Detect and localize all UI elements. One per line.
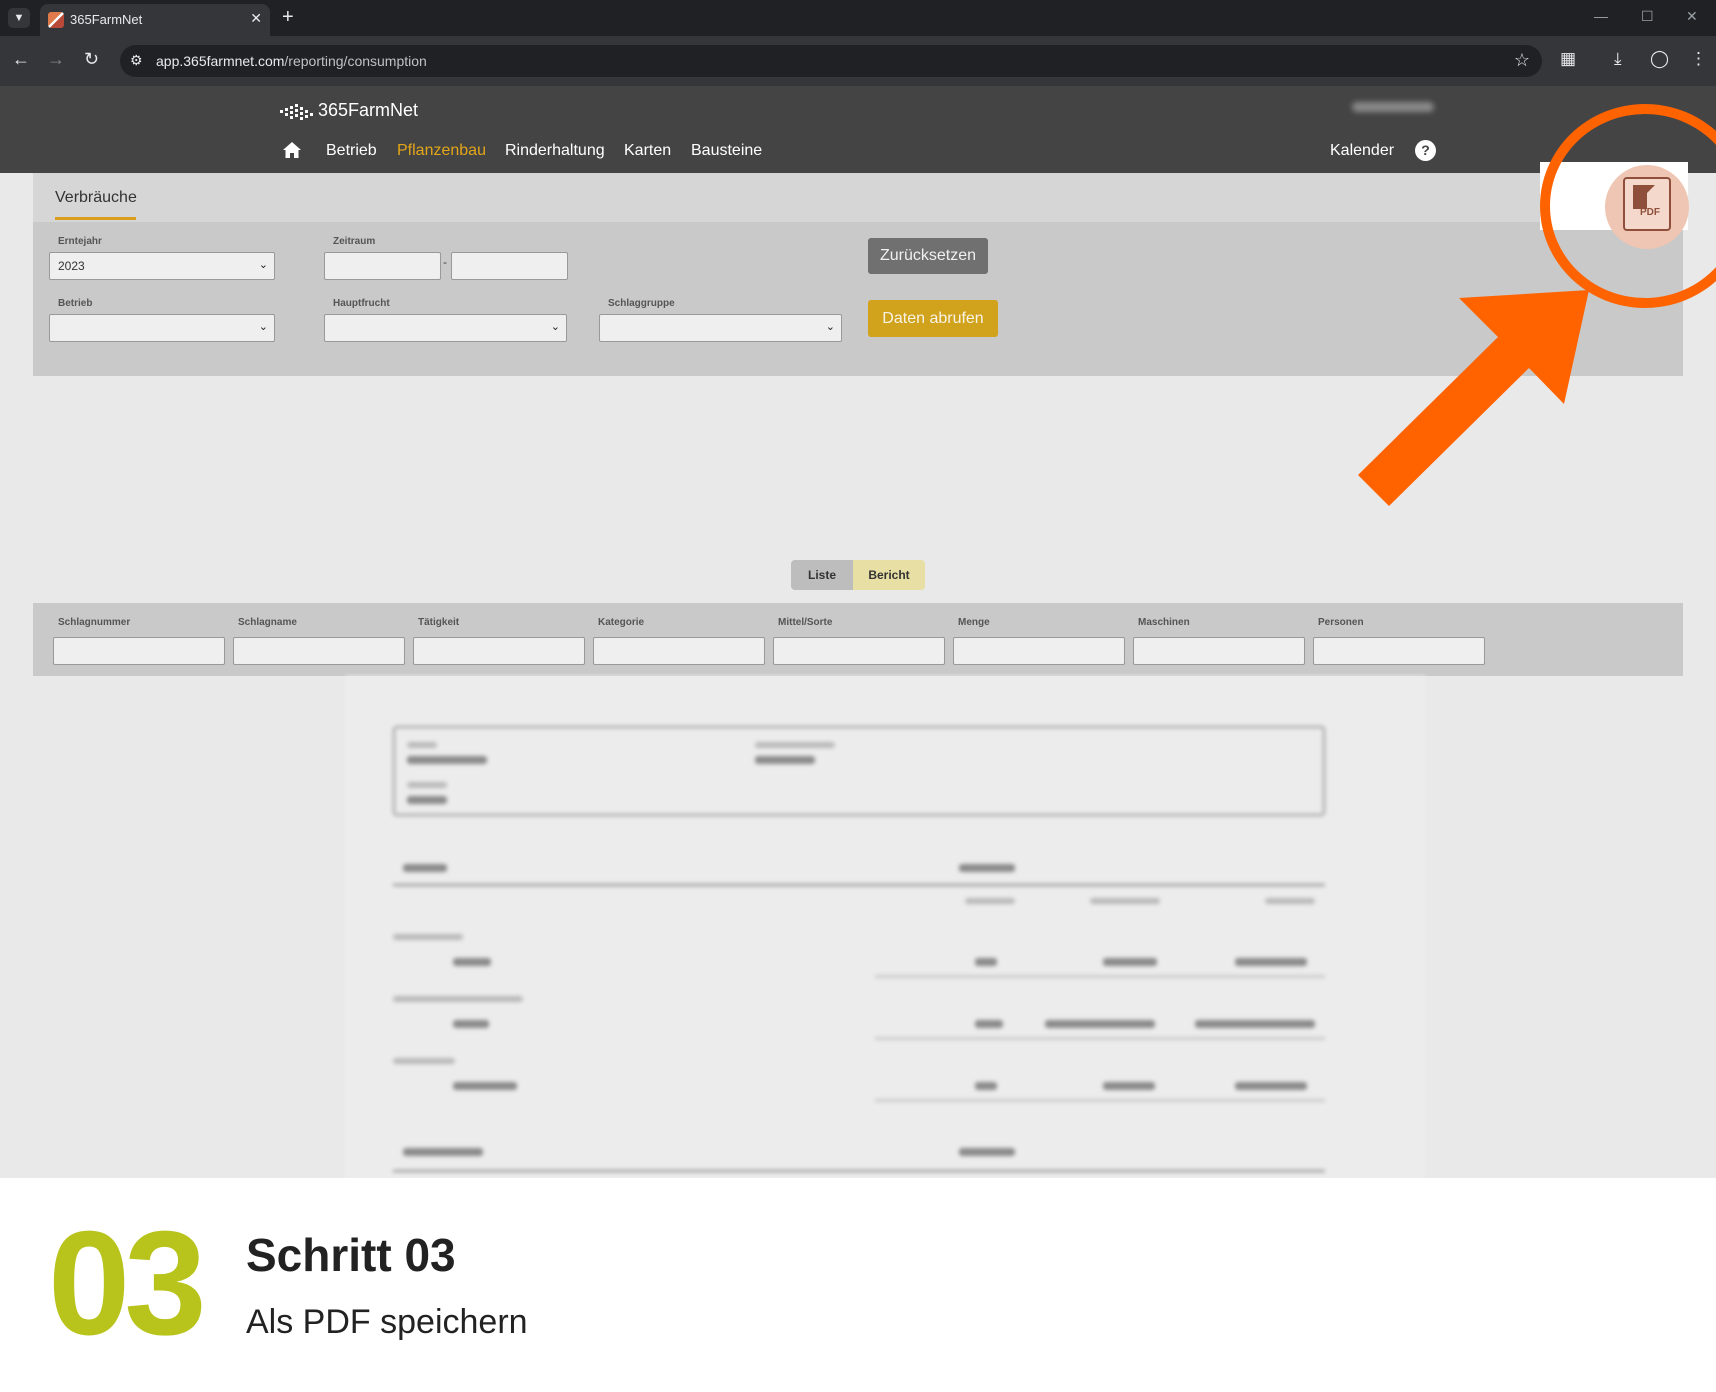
forward-icon[interactable]: → [47, 49, 65, 70]
nav-rinderhaltung[interactable]: Rinderhaltung [505, 142, 605, 160]
back-icon[interactable]: ← [12, 49, 30, 70]
step-subtitle: Als PDF speichern [246, 1303, 528, 1341]
pointer-arrow-icon [1358, 290, 1589, 506]
zeitraum-from-input[interactable] [324, 252, 441, 280]
col-label-taetigkeit: Tätigkeit [418, 617, 460, 628]
column-filter-bar: Schlagnummer Schlagname Tätigkeit Katego… [33, 603, 1683, 676]
close-tab-icon[interactable]: ✕ [250, 10, 262, 27]
report-header-box [393, 726, 1325, 816]
load-data-button[interactable]: Daten abrufen [868, 300, 998, 337]
hauptfrucht-select[interactable]: ⌄ [324, 314, 567, 342]
minimize-icon[interactable]: — [1594, 8, 1608, 24]
betrieb-label: Betrieb [58, 298, 93, 309]
chevron-down-icon: ⌄ [550, 321, 560, 333]
brand-name: 365FarmNet [318, 100, 419, 120]
zeitraum-separator: - [443, 255, 447, 269]
erntejahr-label: Erntejahr [58, 236, 102, 247]
col-filter-kategorie[interactable] [593, 637, 765, 665]
brand-logo[interactable]: 365FarmNet [278, 100, 418, 122]
nav-pflanzenbau[interactable]: Pflanzenbau [397, 142, 486, 160]
zeitraum-label: Zeitraum [333, 236, 376, 247]
tab-search-chevron-icon[interactable]: ▼ [8, 8, 30, 28]
new-tab-icon[interactable]: + [282, 6, 294, 29]
chevron-down-icon: ⌄ [258, 321, 268, 333]
col-filter-schlagnummer[interactable] [53, 637, 225, 665]
col-label-kategorie: Kategorie [598, 617, 645, 628]
favicon-icon [48, 12, 64, 28]
bookmark-star-icon[interactable]: ☆ [1514, 50, 1530, 71]
step-footer: 03 Schritt 03 Als PDF speichern [0, 1178, 1716, 1392]
extensions-icon[interactable]: ▦ [1560, 49, 1576, 69]
view-list-button[interactable]: Liste [791, 560, 853, 590]
reload-icon[interactable]: ↻ [84, 49, 99, 70]
browser-toolbar: ← → ↻ ⚙ app.365farmnet.com/reporting/con… [0, 36, 1716, 86]
col-filter-personen[interactable] [1313, 637, 1485, 665]
col-filter-maschinen[interactable] [1133, 637, 1305, 665]
view-report-button[interactable]: Bericht [853, 560, 925, 590]
user-menu[interactable] [1352, 102, 1434, 112]
col-label-mittel-sorte: Mittel/Sorte [778, 617, 833, 628]
step-number: 03 [48, 1201, 207, 1366]
view-toggle: Liste Bericht [791, 560, 925, 590]
col-filter-taetigkeit[interactable] [413, 637, 585, 665]
col-label-schlagname: Schlagname [238, 617, 297, 628]
col-label-menge: Menge [958, 617, 990, 628]
reset-button[interactable]: Zurücksetzen [868, 238, 988, 274]
app-header: 365FarmNet Betrieb Pflanzenbau Rinderhal… [0, 86, 1716, 173]
farmnet-logo-icon [280, 104, 313, 121]
zeitraum-to-input[interactable] [451, 252, 568, 280]
col-label-maschinen: Maschinen [1138, 617, 1190, 628]
col-label-personen: Personen [1318, 617, 1364, 628]
address-bar[interactable]: ⚙ app.365farmnet.com/reporting/consumpti… [120, 45, 1542, 77]
nav-bausteine[interactable]: Bausteine [691, 142, 762, 160]
browser-tab-bar: ▼ 365FarmNet ✕ + — ☐ ✕ [0, 0, 1716, 36]
col-filter-schlagname[interactable] [233, 637, 405, 665]
maximize-icon[interactable]: ☐ [1641, 8, 1654, 25]
window-close-icon[interactable]: ✕ [1686, 8, 1698, 25]
sub-nav: Verbräuche [33, 173, 1683, 222]
downloads-icon[interactable]: ⤓ [1614, 49, 1622, 69]
col-filter-menge[interactable] [953, 637, 1125, 665]
site-info-icon[interactable]: ⚙ [130, 52, 143, 69]
erntejahr-value: 2023 [58, 259, 85, 273]
chevron-down-icon: ⌄ [825, 321, 835, 333]
home-icon[interactable] [282, 140, 302, 160]
col-label-schlagnummer: Schlagnummer [58, 617, 131, 628]
erntejahr-select[interactable]: 2023 ⌄ [49, 252, 275, 280]
profile-icon[interactable]: ◯ [1650, 49, 1669, 69]
url-text: app.365farmnet.com/reporting/consumption [156, 53, 427, 69]
chevron-down-icon: ⌄ [258, 259, 268, 271]
tab-verbraeuche[interactable]: Verbräuche [55, 189, 137, 207]
hauptfrucht-label: Hauptfrucht [333, 298, 390, 309]
browser-tab[interactable]: 365FarmNet ✕ [40, 4, 270, 36]
help-icon[interactable]: ? [1415, 140, 1436, 161]
nav-karten[interactable]: Karten [624, 142, 671, 160]
betrieb-select[interactable]: ⌄ [49, 314, 275, 342]
schlaggruppe-select[interactable]: ⌄ [599, 314, 842, 342]
active-tab-indicator [55, 217, 136, 220]
col-filter-mittel-sorte[interactable] [773, 637, 945, 665]
menu-icon[interactable]: ⋮ [1690, 49, 1707, 69]
kalender-link[interactable]: Kalender [1330, 142, 1394, 160]
tab-title: 365FarmNet [70, 12, 143, 27]
schlaggruppe-label: Schlaggruppe [608, 298, 675, 309]
nav-betrieb[interactable]: Betrieb [326, 142, 377, 160]
step-title: Schritt 03 [246, 1229, 456, 1281]
